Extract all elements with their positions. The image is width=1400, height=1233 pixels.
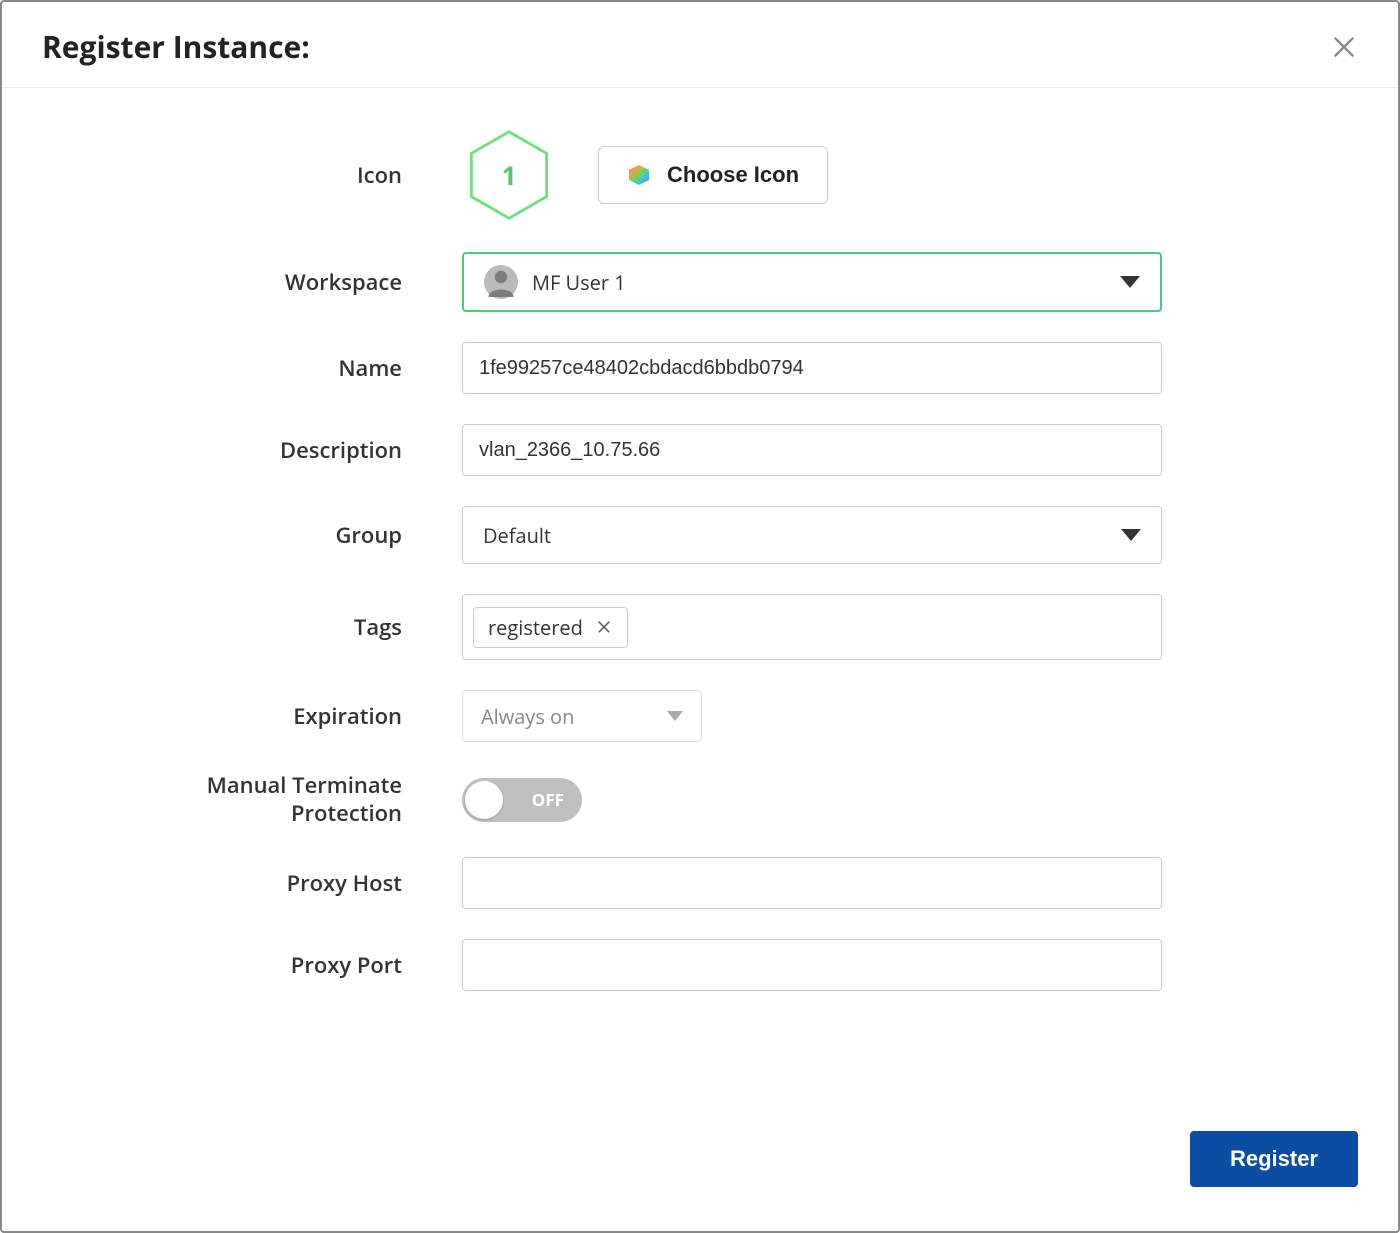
name-input[interactable] [462, 342, 1162, 394]
label-expiration: Expiration [62, 701, 462, 731]
modal-header: Register Instance: [2, 2, 1398, 88]
modal-title: Register Instance: [42, 26, 310, 67]
modal-footer: Register [2, 1131, 1398, 1231]
label-proxy-port: Proxy Port [62, 950, 462, 980]
register-instance-modal: Register Instance: Icon 1 Choose Ico [0, 0, 1400, 1233]
hexagon-icon-preview: 1 [462, 128, 556, 222]
choose-icon-button[interactable]: Choose Icon [598, 146, 828, 204]
close-icon [595, 618, 613, 636]
tag-label: registered [488, 614, 583, 641]
label-name: Name [62, 353, 462, 383]
toggle-state: OFF [532, 788, 564, 811]
label-proxy-host: Proxy Host [62, 868, 462, 898]
workspace-value: MF User 1 [532, 269, 626, 296]
label-workspace: Workspace [62, 267, 462, 297]
tag-remove-button[interactable] [595, 618, 613, 636]
group-select[interactable]: Default [462, 506, 1162, 564]
tag-chip: registered [473, 607, 628, 648]
register-button[interactable]: Register [1190, 1131, 1358, 1187]
form-body: Icon 1 Choose Icon Workspace [2, 88, 1398, 1131]
row-description: Description [62, 424, 1338, 476]
label-description: Description [62, 435, 462, 465]
description-input[interactable] [462, 424, 1162, 476]
proxy-host-input[interactable] [462, 857, 1162, 909]
row-mtp: Manual Terminate Protection OFF [62, 772, 1338, 827]
label-tags: Tags [62, 612, 462, 642]
tags-input[interactable]: registered [462, 594, 1162, 660]
close-button[interactable] [1330, 33, 1358, 61]
expiration-value: Always on [481, 703, 574, 730]
row-name: Name [62, 342, 1338, 394]
row-expiration: Expiration Always on [62, 690, 1338, 742]
expiration-select[interactable]: Always on [462, 690, 702, 742]
hexagon-number: 1 [502, 157, 517, 193]
chevron-down-icon [1121, 529, 1141, 541]
mtp-toggle[interactable]: OFF [462, 778, 582, 822]
chevron-down-icon [667, 711, 683, 721]
label-group: Group [62, 520, 462, 550]
group-value: Default [483, 522, 551, 549]
avatar-icon [484, 265, 518, 299]
cube-icon [627, 163, 651, 187]
row-icon: Icon 1 Choose Icon [62, 128, 1338, 222]
toggle-knob [465, 781, 503, 819]
label-mtp: Manual Terminate Protection [62, 772, 462, 827]
row-proxy-host: Proxy Host [62, 857, 1338, 909]
proxy-port-input[interactable] [462, 939, 1162, 991]
label-icon: Icon [62, 160, 462, 190]
row-tags: Tags registered [62, 594, 1338, 660]
choose-icon-label: Choose Icon [667, 162, 799, 188]
row-proxy-port: Proxy Port [62, 939, 1338, 991]
row-group: Group Default [62, 506, 1338, 564]
close-icon [1330, 33, 1358, 61]
row-workspace: Workspace MF User 1 [62, 252, 1338, 312]
workspace-select[interactable]: MF User 1 [462, 252, 1162, 312]
chevron-down-icon [1120, 276, 1140, 288]
